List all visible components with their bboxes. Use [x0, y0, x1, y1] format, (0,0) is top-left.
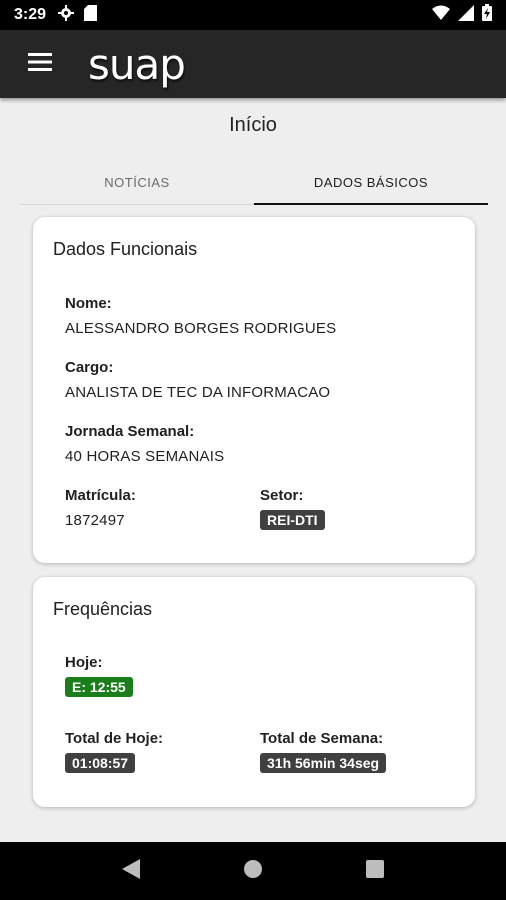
- field-label: Jornada Semanal:: [65, 423, 195, 440]
- status-bar: 3:29: [0, 0, 506, 30]
- app-logo: suap: [88, 39, 186, 89]
- menu-button[interactable]: [0, 30, 80, 98]
- tab-noticias[interactable]: NOTÍCIAS: [20, 160, 254, 204]
- system-nav-bar: [0, 842, 506, 900]
- field-jornada: Jornada Semanal: 40 HORAS SEMANAIS: [65, 423, 224, 465]
- field-value: 40 HORAS SEMANAIS: [65, 448, 225, 465]
- recents-button[interactable]: [355, 851, 395, 891]
- field-label: Total de Hoje:: [65, 730, 164, 747]
- field-label: Total de Semana:: [260, 730, 384, 747]
- page-title: Início: [229, 114, 277, 136]
- signal-icon: [458, 4, 474, 26]
- app-bar: suap: [0, 30, 506, 98]
- entrada-badge: E: 12:55: [65, 677, 133, 697]
- tab-bar: NOTÍCIAS DADOS BÁSICOS: [20, 160, 488, 205]
- field-value: ALESSANDRO BORGES RODRIGUES: [65, 320, 337, 337]
- battery-icon: [482, 4, 492, 26]
- field-value: 1872497: [65, 512, 125, 529]
- field-nome: Nome: ALESSANDRO BORGES RODRIGUES: [65, 295, 336, 337]
- field-hoje: Hoje: E: 12:55: [65, 654, 133, 697]
- field-matricula: Matrícula: 1872497: [65, 487, 136, 529]
- field-label: Matrícula:: [65, 487, 136, 504]
- field-setor: Setor: REI-DTI: [260, 487, 325, 530]
- field-total-hoje: Total de Hoje: 01:08:57: [65, 730, 163, 773]
- back-button[interactable]: [111, 851, 151, 891]
- home-button[interactable]: [233, 851, 273, 891]
- field-label: Nome:: [65, 295, 112, 312]
- field-total-semana: Total de Semana: 31h 56min 34seg: [260, 730, 387, 773]
- setor-badge: REI-DTI: [260, 510, 325, 530]
- dados-funcionais-card: Dados Funcionais Nome: ALESSANDRO BORGES…: [33, 217, 475, 563]
- home-icon: [243, 859, 263, 884]
- hamburger-menu-icon: [28, 52, 52, 76]
- back-icon: [122, 858, 140, 884]
- sd-card-icon: [84, 4, 98, 26]
- field-label: Hoje:: [65, 654, 103, 671]
- gear-icon: [58, 4, 75, 26]
- recents-icon: [366, 859, 384, 883]
- field-value: ANALISTA DE TEC DA INFORMACAO: [65, 384, 331, 401]
- wifi-icon: [432, 5, 450, 26]
- frequencias-card: Frequências Hoje: E: 12:55 Total de Hoje…: [33, 577, 475, 807]
- total-semana-badge: 31h 56min 34seg: [260, 753, 387, 773]
- card-title: Frequências: [53, 599, 153, 619]
- tab-dados-basicos[interactable]: DADOS BÁSICOS: [254, 160, 488, 205]
- status-time: 3:29: [14, 6, 47, 23]
- card-title: Dados Funcionais: [53, 239, 198, 259]
- total-hoje-badge: 01:08:57: [65, 753, 136, 773]
- field-cargo: Cargo: ANALISTA DE TEC DA INFORMACAO: [65, 359, 330, 401]
- field-label: Setor:: [260, 487, 304, 504]
- field-label: Cargo:: [65, 359, 114, 376]
